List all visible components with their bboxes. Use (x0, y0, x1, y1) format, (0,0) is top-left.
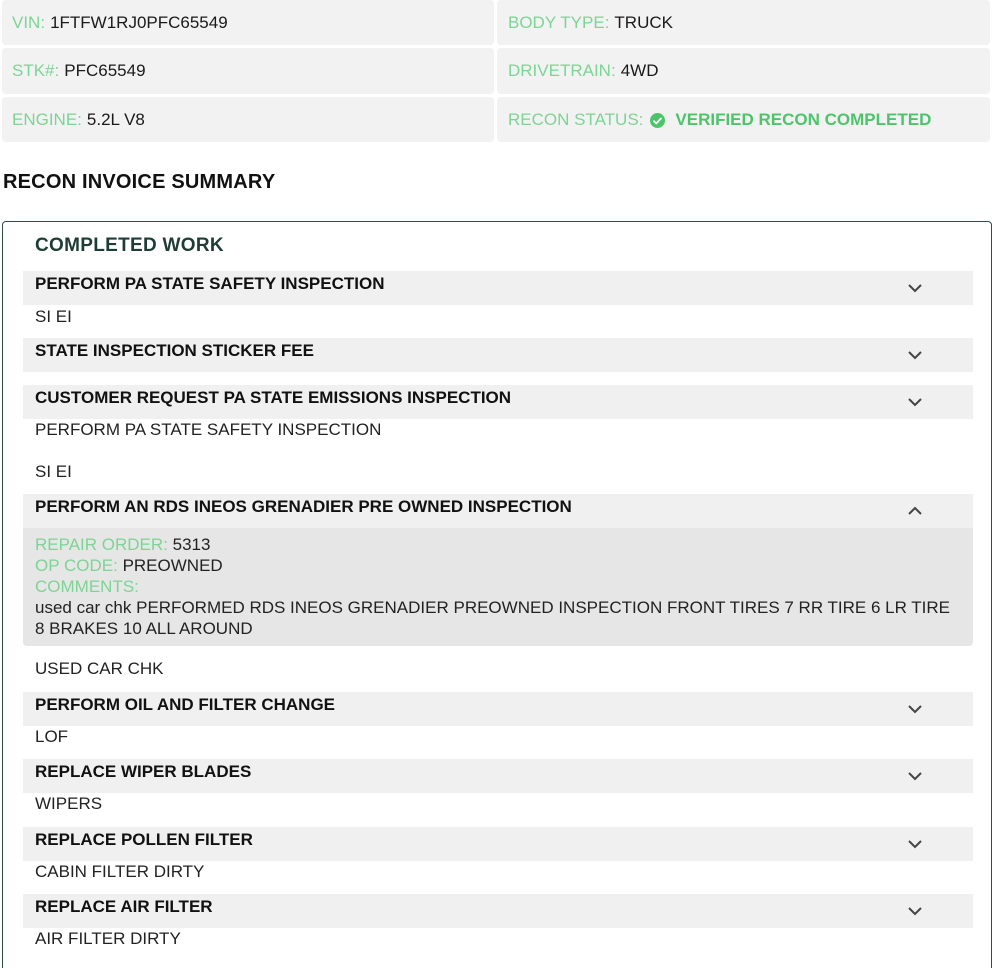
recon-status-field: RECON STATUS: VERIFIED RECON COMPLETED (497, 97, 990, 142)
op-code-value: PREOWNED (122, 556, 223, 575)
job-note: LOF (35, 727, 69, 746)
chevron-down-icon[interactable] (907, 281, 923, 295)
job-note: SI EI (35, 307, 72, 326)
job-header-air-filter[interactable]: REPLACE AIR FILTER (23, 894, 973, 928)
chevron-up-icon[interactable] (907, 504, 923, 518)
job-note: AIR FILTER DIRTY (35, 929, 181, 948)
comments-text: used car chk PERFORMED RDS INEOS GRENADI… (35, 598, 951, 638)
job-title: CUSTOMER REQUEST PA STATE EMISSIONS INSP… (35, 388, 512, 407)
job-note: USED CAR CHK (35, 659, 164, 678)
body-type-value: TRUCK (614, 12, 673, 32)
job-title: REPLACE WIPER BLADES (35, 762, 252, 781)
job-title: PERFORM OIL AND FILTER CHANGE (35, 695, 336, 714)
drivetrain-field: DRIVETRAIN: 4WD (497, 48, 990, 94)
engine-label: ENGINE: (12, 109, 82, 129)
job-title: REPLACE POLLEN FILTER (35, 830, 253, 849)
job-title: PERFORM PA STATE SAFETY INSPECTION (35, 274, 385, 293)
job-note: CABIN FILTER DIRTY (35, 862, 205, 881)
body-type-field: BODY TYPE: TRUCK (497, 0, 990, 45)
chevron-down-icon[interactable] (907, 904, 923, 918)
chevron-down-icon[interactable] (907, 769, 923, 783)
job-title: REPLACE AIR FILTER (35, 897, 213, 916)
job-title: PERFORM AN RDS INEOS GRENADIER PRE OWNED… (35, 497, 572, 516)
vehicle-info-grid: VIN: 1FTFW1RJ0PFC65549 BODY TYPE: TRUCK … (2, 0, 990, 142)
engine-field: ENGINE: 5.2L V8 (2, 97, 494, 142)
repair-order-value: 5313 (172, 535, 211, 554)
drivetrain-label: DRIVETRAIN: (508, 61, 616, 80)
job-header-pollen-filter[interactable]: REPLACE POLLEN FILTER (23, 827, 973, 861)
chevron-down-icon[interactable] (907, 395, 923, 409)
completed-work-panel: COMPLETED WORK PERFORM PA STATE SAFETY I… (2, 221, 992, 968)
chevron-down-icon[interactable] (907, 348, 923, 362)
drivetrain-value: 4WD (620, 61, 659, 80)
chevron-down-icon[interactable] (907, 702, 923, 716)
job-header-oil-filter-change[interactable]: PERFORM OIL AND FILTER CHANGE (23, 692, 973, 726)
vin-value: 1FTFW1RJ0PFC65549 (50, 12, 228, 32)
engine-value: 5.2L V8 (86, 109, 145, 129)
vin-label: VIN: (12, 12, 46, 32)
job-header-rds-ineos-inspection[interactable]: PERFORM AN RDS INEOS GRENADIER PRE OWNED… (23, 494, 973, 528)
repair-order-label: REPAIR ORDER: (35, 535, 168, 554)
job-header-inspection-sticker-fee[interactable]: STATE INSPECTION STICKER FEE (23, 338, 973, 372)
stk-label: STK#: (12, 61, 60, 80)
job-header-pa-emissions-inspection[interactable]: CUSTOMER REQUEST PA STATE EMISSIONS INSP… (23, 385, 973, 419)
op-code-label: OP CODE: (35, 556, 118, 575)
recon-status-label: RECON STATUS: (508, 109, 644, 129)
op-code-row: OP CODE: PREOWNED (35, 555, 961, 576)
chevron-down-icon[interactable] (907, 837, 923, 851)
vin-field: VIN: 1FTFW1RJ0PFC65549 (2, 0, 494, 45)
job-note: SI EI (35, 462, 72, 481)
comments-label: COMMENTS: (35, 577, 139, 596)
repair-order-row: REPAIR ORDER: 5313 (35, 534, 961, 555)
recon-status-value: VERIFIED RECON COMPLETED (675, 109, 932, 129)
job-header-pa-safety-inspection[interactable]: PERFORM PA STATE SAFETY INSPECTION (23, 271, 973, 305)
stk-value: PFC65549 (64, 61, 146, 80)
job-note: PERFORM PA STATE SAFETY INSPECTION (35, 420, 382, 439)
stk-field: STK#: PFC65549 (2, 48, 494, 94)
recon-invoice-summary-title: RECON INVOICE SUMMARY (3, 171, 276, 193)
body-type-label: BODY TYPE: (508, 12, 610, 32)
job-header-wiper-blades[interactable]: REPLACE WIPER BLADES (23, 759, 973, 793)
job-details-panel: REPAIR ORDER: 5313 OP CODE: PREOWNED COM… (23, 528, 973, 646)
check-circle-icon (650, 113, 666, 128)
job-note: WIPERS (35, 794, 103, 813)
job-title: STATE INSPECTION STICKER FEE (35, 341, 314, 360)
completed-work-title: COMPLETED WORK (35, 235, 224, 256)
